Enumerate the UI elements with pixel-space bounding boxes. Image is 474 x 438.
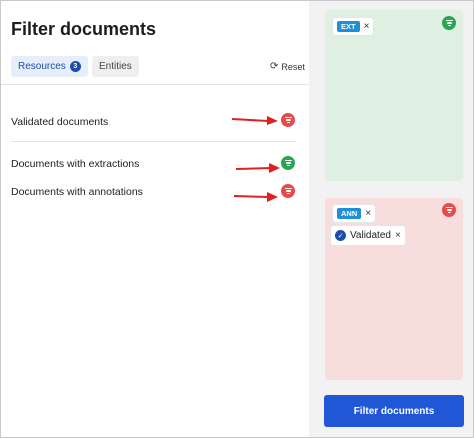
arrow-right-icon [235, 163, 280, 173]
filter-icon[interactable] [442, 16, 456, 30]
check-circle-icon: ✓ [335, 230, 346, 241]
filter-icon[interactable] [442, 203, 456, 217]
tab-resources[interactable]: Resources 3 [11, 56, 88, 77]
filter-icon[interactable] [281, 184, 295, 198]
validated-chip-label: Validated [350, 230, 391, 241]
arrow-right-icon [231, 116, 278, 125]
tab-entities-label: Entities [99, 61, 132, 72]
refresh-icon: ⟳ [270, 61, 279, 72]
row-documents-with-extractions: Documents with extractions [11, 158, 140, 170]
close-icon[interactable]: × [395, 230, 401, 241]
validated-filter-chip[interactable]: ✓ Validated × [331, 226, 405, 245]
filter-documents-button[interactable]: Filter documents [324, 395, 464, 427]
arrow-right-icon [233, 192, 278, 202]
ann-filter-chip[interactable]: ANN × [333, 205, 376, 222]
ext-filter-chip[interactable]: EXT × [333, 18, 374, 35]
row-divider [11, 141, 296, 142]
filter-icon[interactable] [281, 156, 295, 170]
page-title: Filter documents [11, 19, 157, 39]
header-divider [1, 84, 309, 85]
tab-resources-count-badge: 3 [69, 61, 81, 72]
reset-label: Reset [281, 61, 305, 72]
ann-tag: ANN [337, 208, 362, 219]
row-documents-with-annotations: Documents with annotations [11, 186, 143, 198]
ext-tag: EXT [337, 21, 360, 32]
extractions-panel [325, 10, 463, 181]
reset-button[interactable]: ⟳ Reset [270, 61, 305, 72]
tab-resources-label: Resources [18, 61, 66, 72]
filter-icon[interactable] [281, 113, 295, 127]
row-validated-documents: Validated documents [11, 116, 109, 128]
tab-entities[interactable]: Entities [92, 56, 139, 77]
close-icon[interactable]: × [365, 208, 371, 219]
close-icon[interactable]: × [364, 21, 370, 32]
